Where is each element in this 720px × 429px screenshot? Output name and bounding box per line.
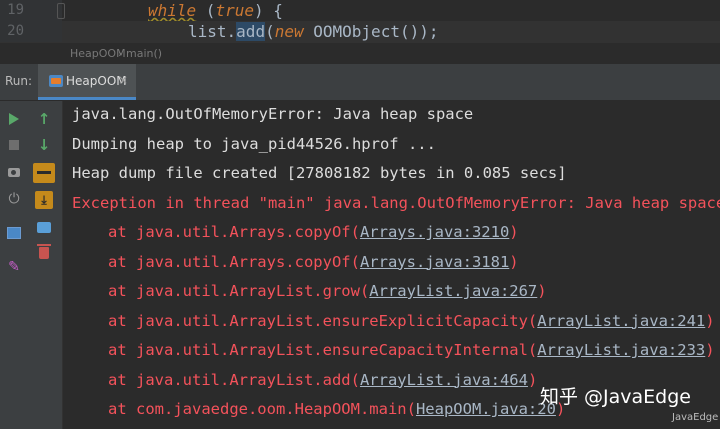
trash-icon[interactable] xyxy=(32,241,56,265)
console-line: java.lang.OutOfMemoryError: Java heap sp… xyxy=(72,105,474,123)
breadcrumb: HeapOOM › main() xyxy=(0,42,720,65)
plug-icon[interactable]: ⏻ xyxy=(2,187,26,211)
soft-wrap-icon[interactable] xyxy=(32,161,56,185)
line-number: 20 xyxy=(7,23,24,39)
source-link[interactable]: ArrayList.java:241 xyxy=(537,312,705,330)
stack-trace-line: at java.util.ArrayList.ensureCapacityInt… xyxy=(108,341,715,359)
console-output[interactable]: java.lang.OutOfMemoryError: Java heap sp… xyxy=(63,101,720,429)
breadcrumb-separator: › xyxy=(118,47,123,60)
source-link[interactable]: Arrays.java:3210 xyxy=(360,223,509,241)
source-link[interactable]: HeapOOM.java:20 xyxy=(416,400,556,418)
source-link[interactable]: ArrayList.java:267 xyxy=(369,282,537,300)
close-icon[interactable]: × xyxy=(118,73,128,87)
stop-icon[interactable] xyxy=(2,133,26,157)
run-icon[interactable] xyxy=(2,107,26,131)
pin-icon[interactable]: ✎ xyxy=(2,255,26,279)
stack-trace-line: at java.util.ArrayList.ensureExplicitCap… xyxy=(108,311,715,330)
code-editor[interactable]: 19 20 while (true) { list.add(new OOMObj… xyxy=(0,0,720,42)
camera-icon[interactable] xyxy=(2,160,26,184)
run-tool-window-header: Run: HeapOOM × xyxy=(0,64,720,101)
java-app-icon xyxy=(49,75,63,87)
stack-trace-line: at java.util.Arrays.copyOf(Arrays.java:3… xyxy=(108,252,519,271)
stack-trace-line: at java.util.ArrayList.grow(ArrayList.ja… xyxy=(108,282,547,300)
editor-gutter: 19 20 xyxy=(0,0,65,42)
scroll-to-end-icon[interactable]: ⤓ xyxy=(32,188,56,212)
source-link[interactable]: ArrayList.java:233 xyxy=(537,341,705,359)
console-line: Dumping heap to java_pid44526.hprof ... xyxy=(72,134,436,153)
stack-trace-line: at com.javaedge.oom.HeapOOM.main(HeapOOM… xyxy=(108,400,566,418)
print-icon[interactable] xyxy=(32,215,56,239)
watermark-small: JavaEdge xyxy=(672,412,719,423)
up-arrow-icon[interactable]: ↑ xyxy=(32,107,56,131)
run-label: Run: xyxy=(5,74,33,88)
console-line: Heap dump file created [27808182 bytes i… xyxy=(72,164,567,182)
watermark: 知乎 @JavaEdge xyxy=(540,386,691,408)
source-link[interactable]: Arrays.java:3181 xyxy=(360,253,509,271)
run-toolbar: ⏻ ✎ ↑ ↓ ⤓ xyxy=(0,101,63,429)
exception-header: Exception in thread "main" java.lang.Out… xyxy=(72,193,720,212)
tab-heapoom[interactable]: HeapOOM × xyxy=(38,64,136,100)
highlighted-method: add xyxy=(236,22,266,41)
code-line-20[interactable]: list.add(new OOMObject()); xyxy=(62,21,720,42)
layout-icon[interactable] xyxy=(2,221,26,245)
stack-trace-line: at java.util.ArrayList.add(ArrayList.jav… xyxy=(108,370,538,389)
breadcrumb-method[interactable]: main() xyxy=(126,47,162,60)
source-link[interactable]: ArrayList.java:464 xyxy=(360,371,528,389)
code-line-19[interactable]: while (true) { xyxy=(62,0,283,21)
stack-trace-line: at java.util.Arrays.copyOf(Arrays.java:3… xyxy=(108,223,519,241)
line-number: 19 xyxy=(7,2,24,18)
down-arrow-icon[interactable]: ↓ xyxy=(32,133,56,157)
keyword-while: while xyxy=(148,1,197,20)
